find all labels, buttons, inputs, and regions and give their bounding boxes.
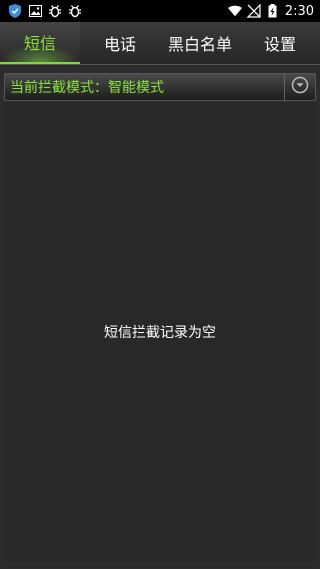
tab-sms[interactable]: 短信 <box>0 22 80 64</box>
status-time: 2:30 <box>284 3 314 19</box>
wifi-icon <box>227 4 242 18</box>
tab-settings[interactable]: 设置 <box>240 22 320 64</box>
no-signal-icon <box>246 4 261 18</box>
chevron-down-circle-icon <box>291 76 309 98</box>
image-icon <box>28 4 42 18</box>
intercept-mode-label: 当前拦截模式：智能模式 <box>10 80 164 96</box>
tab-blacklist-whitelist[interactable]: 黑白名单 <box>160 22 240 64</box>
empty-state-message: 短信拦截记录为空 <box>104 325 216 341</box>
intercept-mode-selector[interactable]: 当前拦截模式：智能模式 <box>4 73 316 101</box>
bug-icon <box>48 4 62 18</box>
tab-phone[interactable]: 电话 <box>80 22 160 64</box>
status-bar: 2:30 <box>0 0 320 22</box>
battery-charging-icon <box>266 4 280 18</box>
shield-icon <box>8 4 22 18</box>
mode-dropdown-button[interactable] <box>284 74 315 100</box>
bug-icon <box>68 4 82 18</box>
tab-bar: 短信 电话 黑白名单 设置 <box>0 22 320 65</box>
sms-log-panel: 短信拦截记录为空 <box>4 103 316 561</box>
status-bar-left <box>0 4 82 18</box>
status-bar-right: 2:30 <box>227 0 314 22</box>
